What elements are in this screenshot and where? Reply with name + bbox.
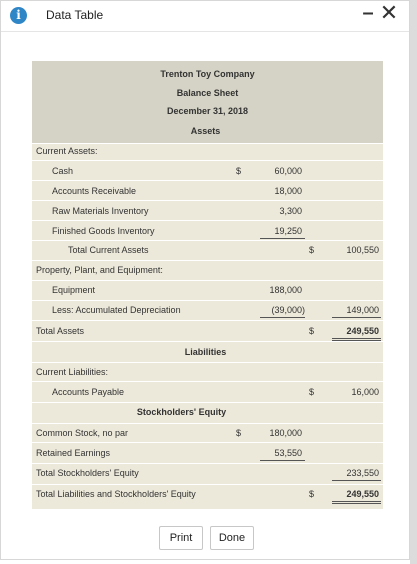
accumulated-depreciation-label: Less: Accumulated Depreciation [52, 305, 181, 315]
row-divider [32, 220, 383, 221]
company-name: Trenton Toy Company [160, 69, 255, 79]
row-divider [32, 362, 383, 363]
accounts-payable-label: Accounts Payable [52, 387, 125, 397]
row-divider [32, 484, 383, 485]
row-divider [32, 442, 383, 443]
accounts-receivable-label: Accounts Receivable [52, 186, 137, 196]
subtotal-underline [260, 460, 305, 461]
total-current-assets-dollar: $ [309, 245, 315, 255]
dialog-titlebar: i Data Table – ✕ [1, 1, 409, 32]
accounts-payable-dollar: $ [309, 387, 315, 397]
statement-date: December 31, 2018 [166, 106, 249, 116]
common-stock-dollar: $ [236, 428, 242, 438]
row-divider [32, 300, 383, 301]
row-divider [32, 402, 383, 403]
total-double-underline [332, 501, 381, 504]
raw-materials-value: 3,300 [279, 206, 302, 216]
row-divider [32, 341, 383, 342]
cash-label: Cash [52, 166, 74, 176]
close-button[interactable]: ✕ [379, 2, 399, 26]
equipment-label: Equipment [52, 285, 96, 295]
done-button[interactable]: Done [210, 526, 254, 550]
row-divider [32, 160, 383, 161]
info-icon: i [10, 7, 27, 24]
row-divider [32, 200, 383, 201]
cash-dollar: $ [236, 166, 242, 176]
row-divider [32, 240, 383, 241]
total-liabilities-equity-dollar: $ [309, 489, 315, 499]
total-liabilities-equity-label: Total Liabilities and Stockholders' Equi… [36, 489, 196, 499]
total-stockholders-equity-value: 233,550 [346, 468, 379, 478]
liabilities-header: Liabilities [184, 347, 227, 357]
row-divider [32, 143, 383, 144]
total-double-underline [332, 338, 381, 341]
common-stock-value: 180,000 [269, 428, 302, 438]
accumulated-depreciation-value: (39,000) [271, 305, 305, 315]
subtotal-underline [332, 317, 381, 318]
total-liabilities-equity-value: 249,550 [346, 489, 379, 499]
total-assets-value: 249,550 [346, 326, 379, 336]
ppe-label: Property, Plant, and Equipment: [36, 265, 163, 275]
net-ppe-value: 149,000 [346, 305, 379, 315]
retained-earnings-label: Retained Earnings [36, 448, 111, 458]
background-window-edge [410, 0, 417, 564]
row-divider [32, 280, 383, 281]
data-table-dialog: i Data Table – ✕ Trenton Toy Company Bal… [0, 0, 410, 560]
assets-header: Assets [190, 126, 221, 136]
row-divider [32, 180, 383, 181]
accounts-receivable-value: 18,000 [274, 186, 302, 196]
row-divider [32, 463, 383, 464]
finished-goods-value: 19,250 [274, 226, 302, 236]
total-stockholders-equity-label: Total Stockholders' Equity [36, 468, 139, 478]
current-liabilities-label: Current Liabilities: [36, 367, 109, 377]
row-divider [32, 260, 383, 261]
raw-materials-label: Raw Materials Inventory [52, 206, 149, 216]
subtotal-underline [260, 317, 305, 318]
row-divider [32, 320, 383, 321]
total-assets-dollar: $ [309, 326, 315, 336]
statement-name: Balance Sheet [176, 88, 239, 98]
retained-earnings-value: 53,550 [274, 448, 302, 458]
print-button[interactable]: Print [159, 526, 203, 550]
finished-goods-label: Finished Goods Inventory [52, 226, 155, 236]
row-divider [32, 423, 383, 424]
accounts-payable-value: 16,000 [351, 387, 379, 397]
subtotal-underline [332, 480, 381, 481]
dialog-title: Data Table [46, 8, 104, 22]
total-current-assets-label: Total Current Assets [68, 245, 149, 255]
balance-sheet-table: Trenton Toy Company Balance Sheet Decemb… [32, 61, 383, 509]
row-divider [32, 381, 383, 382]
equipment-value: 188,000 [269, 285, 302, 295]
minimize-button[interactable]: – [358, 2, 378, 26]
subtotal-underline [260, 238, 305, 239]
current-assets-label: Current Assets: [36, 146, 98, 156]
common-stock-label: Common Stock, no par [36, 428, 129, 438]
total-current-assets-value: 100,550 [346, 245, 379, 255]
cash-value: 60,000 [274, 166, 302, 176]
stockholders-equity-header: Stockholders' Equity [136, 407, 227, 417]
total-assets-label: Total Assets [36, 326, 85, 336]
